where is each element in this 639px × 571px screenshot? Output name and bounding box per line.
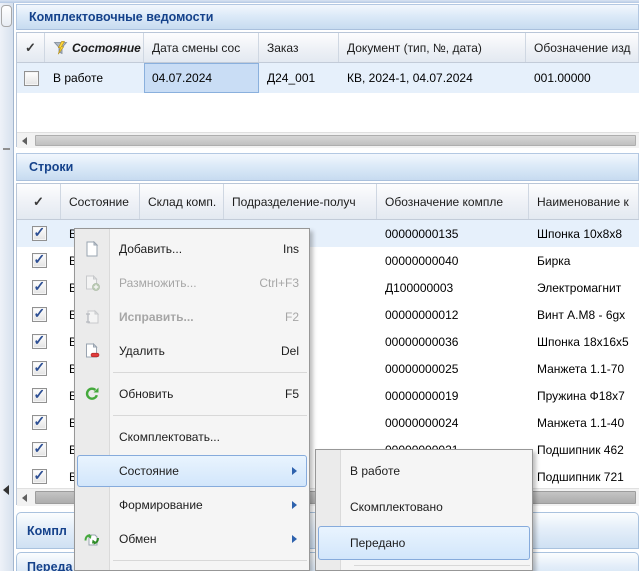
line-code-cell[interactable]: 00000000012 [377, 301, 529, 328]
column-header-warehouse[interactable]: Склад комп. [140, 184, 224, 219]
context-menu-item[interactable]: Формирование [75, 488, 309, 522]
splitter-thumb[interactable] [1, 5, 12, 27]
page-edit-icon [84, 309, 100, 325]
line-name-cell[interactable]: Манжета 1.1-70 [529, 355, 639, 382]
row-checkbox[interactable] [32, 334, 47, 349]
check-icon: ✓ [33, 194, 44, 210]
row-checkbox[interactable] [32, 307, 47, 322]
sheets-hscrollbar[interactable] [17, 132, 639, 148]
line-code-cell[interactable]: 00000000036 [377, 328, 529, 355]
transfer-panel-title: Переда [27, 560, 72, 571]
page-add-icon [84, 275, 100, 291]
line-name-cell[interactable]: Шпонка 10x8x8 [529, 220, 639, 247]
line-name-cell[interactable]: Бирка [529, 247, 639, 274]
sheet-product-cell[interactable]: 001.00000 [526, 63, 639, 93]
context-menu-item[interactable]: Скомплектовать... [75, 420, 309, 454]
context-menu-item[interactable]: Обмен [75, 522, 309, 556]
sheets-grid: ✓ Состояние Дата смены сос Заказ Докумен… [16, 32, 639, 147]
check-icon: ✓ [25, 40, 36, 56]
line-name-cell[interactable]: Манжета 1.1-40 [529, 409, 639, 436]
panel-header-lines: Строки [16, 153, 639, 181]
column-header-check-all[interactable]: ✓ [17, 33, 45, 62]
context-menu-item[interactable]: Состояние [75, 454, 309, 488]
column-header-department[interactable]: Подразделение-получ [224, 184, 377, 219]
line-name-cell[interactable]: Пружина Ф18х7 [529, 382, 639, 409]
sheet-document-cell[interactable]: КВ, 2024-1, 04.07.2024 [339, 63, 526, 93]
submenu-item[interactable]: В работе [316, 453, 532, 489]
context-menu-item[interactable]: Удалить Del [75, 334, 309, 368]
column-header-document[interactable]: Документ (тип, №, дата) [339, 33, 526, 62]
column-header-name[interactable]: Наименование к [529, 184, 639, 219]
row-checkbox[interactable] [32, 226, 47, 241]
row-checkbox[interactable] [24, 71, 39, 86]
panel-header-sheets: Комплектовочные ведомости [16, 4, 639, 30]
splitter-grip-icon [3, 148, 10, 150]
collapse-left-icon[interactable] [3, 485, 9, 495]
row-checkbox[interactable] [32, 469, 47, 484]
column-header-state-label: Состояние [72, 41, 141, 55]
exchange-icon [84, 531, 100, 547]
row-checkbox[interactable] [32, 253, 47, 268]
line-name-cell[interactable]: Подшипник 462 [529, 436, 639, 463]
filter-lightning-icon [53, 40, 69, 56]
state-submenu: В работе Скомплектовано Передано [315, 449, 533, 571]
scroll-left-icon[interactable] [22, 494, 27, 502]
submenu-item[interactable]: Передано [316, 525, 532, 561]
column-header-state[interactable]: Состояние [61, 184, 140, 219]
page-new-icon [84, 241, 100, 257]
scroll-left-icon[interactable] [22, 137, 27, 145]
scrollbar-thumb[interactable] [35, 135, 636, 146]
sheet-state-cell[interactable]: В работе [45, 63, 144, 93]
context-menu-item[interactable]: Размножить... Ctrl+F3 [75, 266, 309, 300]
row-checkbox[interactable] [32, 361, 47, 376]
column-header-code[interactable]: Обозначение компле [377, 184, 529, 219]
sheets-grid-header: ✓ Состояние Дата смены сос Заказ Докумен… [17, 33, 639, 63]
sheets-panel-title: Комплектовочные ведомости [29, 10, 213, 24]
row-checkbox[interactable] [32, 442, 47, 457]
line-name-cell[interactable]: Шпонка 18х16х5 [529, 328, 639, 355]
column-header-check-all[interactable]: ✓ [17, 184, 61, 219]
erp-panel: Комплектовочные ведомости ✓ Состояние Да… [0, 0, 639, 571]
line-code-cell[interactable]: 00000000135 [377, 220, 529, 247]
submenu-item[interactable]: Скомплектовано [316, 489, 532, 525]
line-code-cell[interactable]: 00000000025 [377, 355, 529, 382]
line-code-cell[interactable]: 00000000019 [377, 382, 529, 409]
context-menu-item[interactable]: Добавить... Ins [75, 232, 309, 266]
line-code-cell[interactable]: Д100000003 [377, 274, 529, 301]
refresh-icon [84, 386, 100, 402]
column-header-state[interactable]: Состояние [45, 33, 144, 62]
submenu-arrow-icon [292, 467, 297, 475]
submenu-arrow-icon [292, 501, 297, 509]
line-code-cell[interactable]: 00000000040 [377, 247, 529, 274]
lines-grid-header: ✓ Состояние Склад комп. Подразделение-по… [17, 184, 639, 220]
row-checkbox[interactable] [32, 388, 47, 403]
column-header-date[interactable]: Дата смены сос [144, 33, 259, 62]
line-name-cell[interactable]: Винт А.М8 - 6gх [529, 301, 639, 328]
lines-panel-title: Строки [29, 160, 73, 174]
line-code-cell[interactable]: 00000000024 [377, 409, 529, 436]
sheets-grid-empty-area [17, 93, 639, 132]
left-splitter[interactable] [0, 3, 14, 571]
line-name-cell[interactable]: Подшипник 721 [529, 463, 639, 488]
row-checkbox[interactable] [32, 415, 47, 430]
line-name-cell[interactable]: Электромагнит [529, 274, 639, 301]
column-header-product[interactable]: Обозначение изд [526, 33, 639, 62]
context-menu-item[interactable]: Обновить F5 [75, 377, 309, 411]
sheet-date-cell[interactable]: 04.07.2024 [144, 63, 259, 93]
submenu-arrow-icon [292, 535, 297, 543]
context-menu-item[interactable]: Исправить... F2 [75, 300, 309, 334]
column-header-order[interactable]: Заказ [259, 33, 339, 62]
sheet-order-cell[interactable]: Д24_001 [259, 63, 339, 93]
completion-panel-title: Компл [27, 524, 67, 538]
panel-top-border [0, 0, 639, 3]
sheet-row[interactable]: В работе 04.07.2024 Д24_001 КВ, 2024-1, … [17, 63, 639, 93]
context-menu: Добавить... Ins Размножить... Ctrl+F3 Ис… [74, 228, 310, 571]
row-checkbox[interactable] [32, 280, 47, 295]
page-delete-icon [84, 343, 100, 359]
